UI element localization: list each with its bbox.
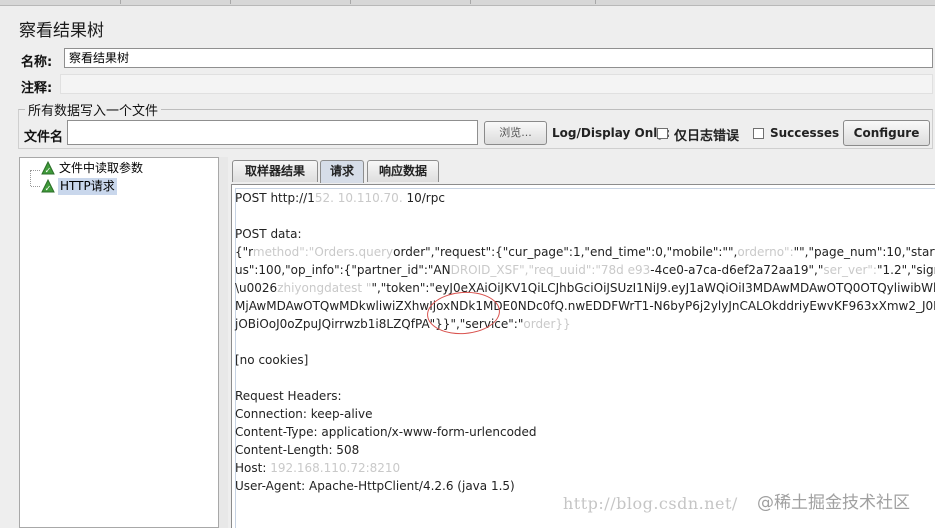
comment-input[interactable] bbox=[60, 74, 933, 94]
name-label: 名称: bbox=[21, 55, 53, 70]
tree-item-label: 文件中读取参数 bbox=[59, 161, 144, 175]
successes-label: Successes bbox=[770, 126, 840, 140]
watermark-brand: @稀土掘金技术社区 bbox=[757, 493, 910, 513]
svg-text:✓: ✓ bbox=[45, 166, 52, 175]
errors-only-checkbox[interactable] bbox=[657, 128, 668, 139]
header-line: Content-Length: 508 bbox=[235, 443, 360, 457]
name-input[interactable]: 察看结果树 bbox=[64, 48, 933, 68]
tree-connector bbox=[30, 170, 32, 186]
filename-input[interactable] bbox=[67, 120, 478, 145]
tab-response-data[interactable]: 响应数据 bbox=[367, 160, 439, 182]
request-url-line: POST http://152. 10.110.70. 10/rpc bbox=[235, 191, 445, 205]
request-text-area[interactable]: POST http://152. 10.110.70. 10/rpc POST … bbox=[231, 184, 935, 528]
results-tree-panel: 察看结果树 名称: 察看结果树 注释: 所有数据写入一个文件 文件名 浏览...… bbox=[0, 0, 935, 528]
body-line: us":100,"op_info":{"partner_id":"ANDROID… bbox=[235, 263, 935, 277]
header-line: Content-Type: application/x-www-form-url… bbox=[235, 425, 537, 439]
tree-connector bbox=[31, 170, 40, 172]
sampler-triangle-icon: ✓ bbox=[41, 179, 55, 193]
log-display-label: Log/Display Only: bbox=[552, 126, 670, 140]
comment-label: 注释: bbox=[21, 81, 53, 96]
body-line: {"rmethod":"Orders.queryorder","request"… bbox=[235, 245, 935, 259]
errors-only-label: 仅日志错误 bbox=[674, 129, 740, 144]
successes-checkbox[interactable] bbox=[753, 128, 764, 139]
tab-sampler-result[interactable]: 取样器结果 bbox=[232, 160, 318, 182]
header-line: Host: 192.168.110.72:8210 bbox=[235, 461, 401, 475]
tree-item-http-request[interactable]: ✓ HTTP请求 bbox=[41, 178, 131, 195]
configure-button[interactable]: Configure bbox=[843, 120, 930, 146]
tab-request[interactable]: 请求 bbox=[320, 160, 364, 183]
pane-splitter[interactable] bbox=[219, 157, 228, 528]
toolbar-remnant bbox=[0, 0, 935, 6]
svg-text:✓: ✓ bbox=[45, 184, 52, 193]
watermark-url: http://blog.csdn.net/ bbox=[563, 494, 738, 513]
sampler-triangle-icon: ✓ bbox=[41, 161, 55, 175]
tree-item-read-params[interactable]: ✓ 文件中读取参数 bbox=[41, 160, 191, 177]
filename-label: 文件名 bbox=[24, 130, 64, 145]
page-title: 察看结果树 bbox=[19, 21, 104, 41]
header-line: Connection: keep-alive bbox=[235, 407, 373, 421]
no-cookies-text: [no cookies] bbox=[235, 353, 309, 367]
tree-item-label: HTTP请求 bbox=[58, 178, 117, 195]
file-group-title: 所有数据写入一个文件 bbox=[25, 100, 162, 119]
body-line: \u0026zhiyongdatest "","token":"eyJ0eXAi… bbox=[235, 281, 935, 295]
headers-label: Request Headers: bbox=[235, 389, 342, 403]
body-line: jOBiOoJ0oZpuJQirrwzb1i8LZQfPA"}}","servi… bbox=[235, 317, 571, 331]
header-line: User-Agent: Apache-HttpClient/4.2.6 (jav… bbox=[235, 479, 515, 493]
body-line: MjAwMDAwOTQwMDkwliwiZXhwIjoxNDk1MDE0NDc0… bbox=[235, 299, 935, 313]
post-data-label: POST data: bbox=[235, 227, 302, 241]
tree-connector bbox=[31, 186, 40, 188]
sampler-tree[interactable] bbox=[19, 157, 219, 528]
browse-button[interactable]: 浏览... bbox=[484, 121, 547, 145]
